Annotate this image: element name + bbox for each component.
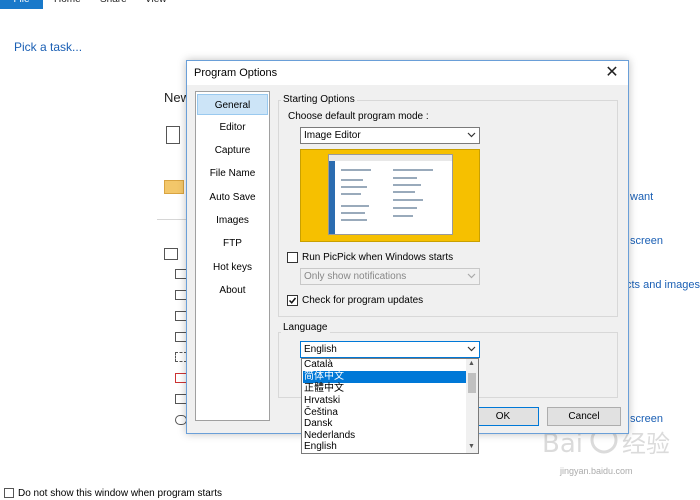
preview-line <box>341 169 371 171</box>
dont-show-checkbox[interactable] <box>4 488 14 498</box>
nav-item-capture[interactable]: Capture <box>197 140 268 161</box>
chevron-down-icon <box>467 273 476 279</box>
scrollbar-thumb[interactable] <box>468 373 476 393</box>
preview-line <box>341 186 367 188</box>
language-value: English <box>304 344 337 355</box>
dialog-title: Program Options <box>194 67 278 79</box>
nav-item-hot-keys[interactable]: Hot keys <box>197 257 268 278</box>
language-select[interactable]: English <box>300 341 480 358</box>
preview-line <box>393 207 417 209</box>
preview-line <box>393 191 415 193</box>
tab-home[interactable]: Home <box>54 0 81 9</box>
scroll-up-icon[interactable]: ▲ <box>468 360 475 367</box>
cancel-button[interactable]: Cancel <box>547 407 621 426</box>
language-option[interactable]: 正體中文 <box>303 383 466 395</box>
pick-a-task-heading: Pick a task... <box>14 40 83 54</box>
language-label: Language <box>281 322 330 333</box>
watermark-url: jingyan.baidu.com <box>560 466 633 476</box>
tab-view[interactable]: View <box>145 0 167 9</box>
ribbon: File Home Share View <box>0 0 700 9</box>
nav-item-editor[interactable]: Editor <box>197 117 268 138</box>
startup-behavior-select: Only show notifications <box>300 268 480 285</box>
default-mode-select[interactable]: Image Editor <box>300 127 480 144</box>
language-option[interactable]: 简体中文 <box>303 371 466 383</box>
preview-window <box>328 154 453 235</box>
preview-line <box>393 184 421 186</box>
default-mode-label: Choose default program mode : <box>288 111 429 122</box>
run-at-startup-label: Run PicPick when Windows starts <box>302 252 454 263</box>
nav-item-ftp[interactable]: FTP <box>197 233 268 254</box>
svg-text:经验: 经验 <box>622 430 670 458</box>
scroll-down-icon[interactable]: ▼ <box>468 443 475 450</box>
options-nav: General Editor Capture File Name Auto Sa… <box>195 91 270 421</box>
preview-titlebar <box>329 155 452 161</box>
preview-line <box>341 205 369 207</box>
preview-line <box>341 219 367 221</box>
nav-item-file-name[interactable]: File Name <box>197 163 268 184</box>
language-option[interactable]: Dansk <box>303 418 466 430</box>
check-updates-checkbox[interactable] <box>287 295 298 306</box>
chevron-down-icon <box>467 132 476 138</box>
dialog-titlebar[interactable]: Program Options ✕ <box>187 61 628 85</box>
nav-item-general[interactable]: General <box>197 94 268 115</box>
run-at-startup-checkbox[interactable] <box>287 252 298 263</box>
checkmark-icon <box>288 297 297 304</box>
language-option[interactable]: English <box>303 441 466 453</box>
preview-line <box>341 212 365 214</box>
chevron-down-icon <box>467 346 476 352</box>
check-updates-label: Check for program updates <box>302 295 424 306</box>
language-dropdown-list: Català 简体中文 正體中文 Hrvatski Čeština Dansk … <box>301 358 479 454</box>
link-fullscreen[interactable]: screen <box>630 235 663 247</box>
preview-line <box>393 199 423 201</box>
dont-show-label: Do not show this window when program sta… <box>18 488 222 499</box>
language-option[interactable]: Hrvatski <box>303 395 466 407</box>
tab-share[interactable]: Share <box>100 0 127 9</box>
camera-icon[interactable] <box>164 248 178 260</box>
new-file-icon[interactable] <box>166 126 180 144</box>
close-icon: ✕ <box>605 64 619 81</box>
file-tab[interactable]: File <box>0 0 43 9</box>
preview-line <box>341 179 363 181</box>
link-window[interactable]: want <box>630 191 653 203</box>
link-objects-images[interactable]: cts and images <box>626 279 700 291</box>
preview-line <box>393 177 417 179</box>
preview-line <box>393 215 413 217</box>
close-button[interactable]: ✕ <box>602 63 622 83</box>
mode-preview-image <box>300 149 480 242</box>
folder-icon[interactable] <box>164 180 184 194</box>
preview-line <box>341 193 361 195</box>
startup-behavior-value: Only show notifications <box>304 271 407 282</box>
language-option[interactable]: Català <box>303 359 466 371</box>
language-list-scrollbar[interactable]: ▲ ▼ <box>466 359 478 453</box>
nav-item-images[interactable]: Images <box>197 210 268 231</box>
nav-item-about[interactable]: About <box>197 280 268 301</box>
nav-item-auto-save[interactable]: Auto Save <box>197 187 268 208</box>
default-mode-value: Image Editor <box>304 130 361 141</box>
starting-options-label: Starting Options <box>281 94 357 105</box>
preview-line <box>393 169 433 171</box>
preview-sidebar <box>329 161 335 234</box>
